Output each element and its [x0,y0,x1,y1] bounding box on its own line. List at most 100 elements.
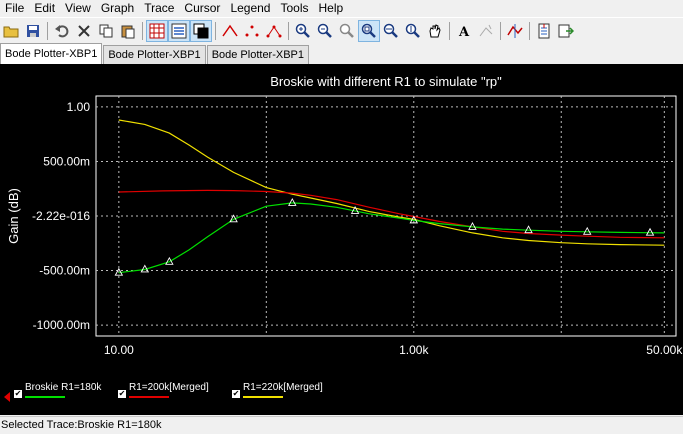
data-point-marker [288,197,297,206]
line-trace-button[interactable] [220,21,240,41]
toolbar-separator [500,22,501,40]
cursor-button[interactable] [476,21,496,41]
legend-label: R1=220k[Merged] [243,382,323,393]
points-button[interactable] [242,21,262,41]
menu-cursor[interactable]: Cursor [179,0,225,16]
plot-area[interactable]: Broskie with different R1 to simulate "r… [0,64,683,415]
delete-icon [78,25,90,37]
zoom-area-button[interactable] [337,21,357,41]
toolbar: A [0,17,683,45]
legend-entry-3[interactable]: ✔ R1=220k[Merged] [232,382,323,398]
delete-button[interactable] [74,21,94,41]
tab-bode-plotter-3[interactable]: Bode Plotter-XBP1 [206,45,310,64]
menu-edit[interactable]: Edit [29,0,60,16]
selected-trace-marker [4,392,10,402]
legend-body: R1=200k[Merged] [129,382,209,398]
bode-plot[interactable]: Broskie with different R1 to simulate "r… [0,64,683,415]
pan-hand-button[interactable] [425,21,445,41]
legend-body: Broskie R1=180k [25,382,101,398]
tab-bode-plotter-1[interactable]: Bode Plotter-XBP1 [0,43,103,64]
text-label-icon: A [458,25,470,39]
series-line-1 [118,189,665,239]
svg-text:A: A [458,25,470,39]
legend-checkbox[interactable]: ✔ [14,390,22,398]
toolbar-separator [449,22,450,40]
x-tick-label: 50.00k [646,343,683,357]
export-icon [538,23,550,39]
y-axis-label: Gain (dB) [6,188,21,244]
menu-file[interactable]: File [0,0,29,16]
grid-button[interactable] [146,20,168,42]
legend-swatch [243,396,283,398]
data-point-marker [582,226,592,235]
text-label-button[interactable]: A [454,21,474,41]
data-point-marker [645,227,655,236]
toolbar-separator [529,22,530,40]
toolbar-separator [142,22,143,40]
menu-help[interactable]: Help [314,0,349,16]
legend-checkbox[interactable]: ✔ [232,390,240,398]
open-folder-icon [3,26,19,38]
paste-icon [121,25,135,39]
legend: ✔ Broskie R1=180k ✔ R1=200k[Merged] ✔ R1=220k… [0,376,683,412]
series-line-2 [118,119,665,246]
status-text: Selected Trace:Broskie R1=180k [1,419,162,431]
copy-icon [99,24,113,38]
menu-bar: File Edit View Graph Trace Cursor Legend Tools H… [0,0,683,16]
legend-entry-2[interactable]: ✔ R1=200k[Merged] [118,382,209,398]
zoom-in-button[interactable] [293,21,313,41]
legend-entry-1[interactable]: ✔ Broskie R1=180k [14,382,101,398]
legend-label: Broskie R1=180k [25,382,102,393]
zoom-y-button[interactable] [403,21,423,41]
tab-strip: Bode Plotter-XBP1 Bode Plotter-XBP1 Bode P… [0,43,683,64]
points-icon [245,25,259,37]
menu-view[interactable]: View [60,0,96,16]
y-tick-label: 1.00 [67,100,91,114]
y-tick-label: 500.00m [43,154,90,168]
zoom-out-icon [317,23,332,38]
menu-legend[interactable]: Legend [225,0,275,16]
menu-trace[interactable]: Trace [139,0,179,16]
legend-swatch [25,396,65,398]
zoom-y-icon [405,23,420,38]
series-line-0 [118,202,665,274]
grid-icon [149,23,165,39]
show-cursors-icon [507,24,523,38]
y-tick-label: -2.22e-016 [32,209,90,223]
zoom-fit-button[interactable] [358,20,380,42]
open-folder-button[interactable] [1,21,21,41]
toolbar-separator [47,22,48,40]
save-button[interactable] [23,21,43,41]
legend-icon [171,23,187,39]
cursor-icon [479,24,493,37]
copy-button[interactable] [96,21,116,41]
line-points-icon [266,25,282,38]
line-trace-icon [222,24,238,37]
zoom-out-button[interactable] [315,21,335,41]
line-points-button[interactable] [264,21,284,41]
transfer-button[interactable] [556,21,576,41]
undo-button[interactable] [52,21,72,41]
zoom-fit-icon [361,23,376,38]
legend-button[interactable] [168,20,190,42]
zoom-in-icon [295,23,310,38]
pan-hand-icon [429,24,441,38]
legend-checkbox[interactable]: ✔ [118,390,126,398]
zoom-area-icon [339,23,354,38]
menu-tools[interactable]: Tools [275,0,313,16]
paste-button[interactable] [118,21,138,41]
show-cursors-button[interactable] [505,21,525,41]
zoom-x-button[interactable] [381,21,401,41]
legend-label: R1=200k[Merged] [129,382,209,393]
zoom-x-icon [383,23,398,38]
export-button[interactable] [534,21,554,41]
toolbar-separator [288,22,289,40]
status-bar: Selected Trace:Broskie R1=180k [0,416,683,434]
transfer-icon [558,24,574,38]
chart-title: Broskie with different R1 to simulate "r… [270,74,502,89]
menu-graph[interactable]: Graph [96,0,139,16]
legend-swatch [129,396,169,398]
overlay-button[interactable] [190,20,212,42]
tab-bode-plotter-2[interactable]: Bode Plotter-XBP1 [103,45,206,64]
x-tick-label: 10.00 [104,343,134,357]
